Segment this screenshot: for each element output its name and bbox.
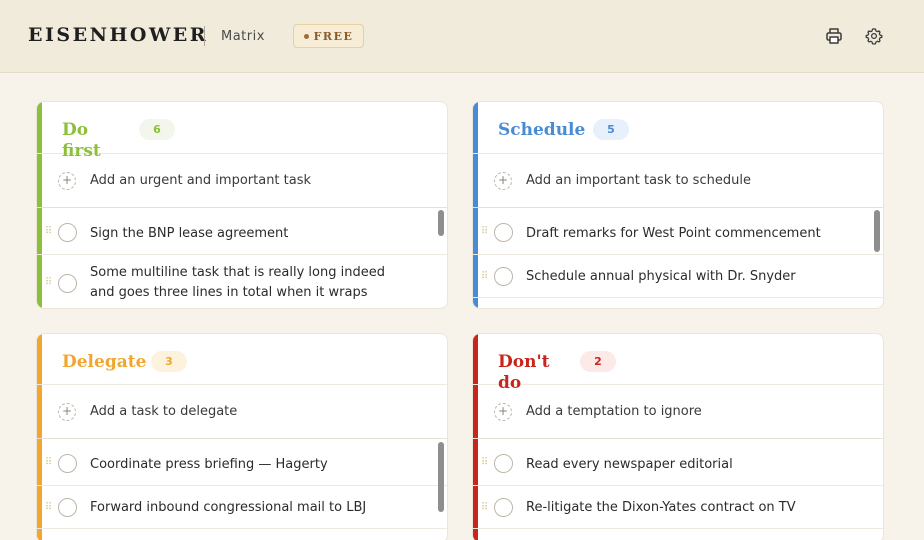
task-text: Re-litigate the Dixon-Yates contract on … [526,500,796,515]
task-item[interactable]: ⠿ Sign the BNP lease agreement [37,208,447,255]
task-item[interactable]: ⠿ Forward inbound congressional mail to … [37,486,447,529]
task-checkbox[interactable] [58,223,77,242]
quadrant-title: Delegate [62,352,147,372]
task-item[interactable]: ⠿ Coordinate press briefing — Hagerty [37,439,447,486]
top-bar: EISENHOWER Matrix FREE [0,0,924,73]
task-count-badge: 2 [580,351,616,372]
app-subtitle: Matrix [221,29,265,44]
task-text: Coordinate press briefing — Hagerty [90,457,328,472]
task-list: ⠿ Coordinate press briefing — Hagerty ⠿ … [37,439,447,529]
task-checkbox[interactable] [494,454,513,473]
drag-handle-icon[interactable]: ⠿ [481,208,488,254]
quadrant-header: Do first 6 [37,102,447,161]
task-count-badge: 5 [593,119,629,140]
quadrant-header: Don't do 2 [473,334,883,393]
quadrant-delegate: Delegate 3 + Add a task to delegate ⠿ Co… [36,333,448,540]
task-item[interactable]: ⠿ Schedule annual physical with Dr. Snyd… [473,255,883,298]
plan-badge: FREE [293,24,364,48]
quadrant-title: Schedule [498,120,586,140]
task-item[interactable]: ⠿ Draft remarks for West Point commencem… [473,208,883,255]
add-task-row[interactable]: + Add an urgent and important task [37,154,447,208]
task-checkbox[interactable] [494,498,513,517]
task-checkbox[interactable] [58,274,77,293]
badge-dot [303,33,309,39]
task-list: ⠿ Read every newspaper editorial ⠿ Re-li… [473,439,883,529]
task-item[interactable]: ⠿ Some multiline task that is really lon… [37,255,447,308]
app-title: EISENHOWER [28,24,209,46]
quadrant-do-first: Do first 6 + Add an urgent and important… [36,101,448,309]
quadrant-dont-do: Don't do 2 + Add a temptation to ignore … [472,333,884,540]
drag-handle-icon[interactable]: ⠿ [45,486,52,528]
gear-icon[interactable] [864,26,884,46]
add-task-label: Add a task to delegate [90,404,238,419]
task-item[interactable]: ⠿ Read every newspaper editorial [473,439,883,486]
add-task-label: Add an important task to schedule [526,173,751,188]
task-checkbox[interactable] [58,454,77,473]
task-text: Some multiline task that is really long … [90,265,385,300]
task-checkbox[interactable] [58,498,77,517]
plan-badge-label: FREE [313,29,354,43]
task-count-badge: 3 [151,351,187,372]
task-count-badge: 6 [139,119,175,140]
task-text: Forward inbound congressional mail to LB… [90,500,367,515]
task-list: ⠿ Sign the BNP lease agreement ⠿ Some mu… [37,208,447,308]
task-text: Draft remarks for West Point commencemen… [526,226,821,241]
task-checkbox[interactable] [494,223,513,242]
quadrant-schedule: Schedule 5 + Add an important task to sc… [472,101,884,309]
drag-handle-icon[interactable]: ⠿ [45,208,52,254]
task-text: Sign the BNP lease agreement [90,226,289,241]
plus-icon: + [58,403,76,421]
plus-icon: + [58,172,76,190]
drag-handle-icon[interactable]: ⠿ [481,255,488,297]
task-item[interactable]: ⠿ Re-litigate the Dixon-Yates contract o… [473,486,883,529]
task-checkbox[interactable] [494,267,513,286]
task-text: Read every newspaper editorial [526,457,733,472]
scrollbar-thumb[interactable] [438,442,444,512]
title-divider [204,26,205,46]
add-task-row[interactable]: + Add a temptation to ignore [473,385,883,439]
quadrant-header: Schedule 5 [473,102,883,154]
drag-handle-icon[interactable]: ⠿ [481,439,488,485]
scrollbar-thumb[interactable] [438,210,444,236]
task-list: ⠿ Draft remarks for West Point commencem… [473,208,883,298]
drag-handle-icon[interactable]: ⠿ [481,486,488,528]
task-text: Schedule annual physical with Dr. Snyder [526,269,796,284]
add-task-label: Add an urgent and important task [90,173,312,188]
drag-handle-icon[interactable]: ⠿ [45,255,52,308]
printer-icon[interactable] [824,26,844,46]
add-task-row[interactable]: + Add an important task to schedule [473,154,883,208]
add-task-row[interactable]: + Add a task to delegate [37,385,447,439]
quadrant-header: Delegate 3 [37,334,447,385]
scrollbar-thumb[interactable] [874,210,880,252]
plus-icon: + [494,172,512,190]
plus-icon: + [494,403,512,421]
add-task-label: Add a temptation to ignore [526,404,702,419]
drag-handle-icon[interactable]: ⠿ [45,439,52,485]
